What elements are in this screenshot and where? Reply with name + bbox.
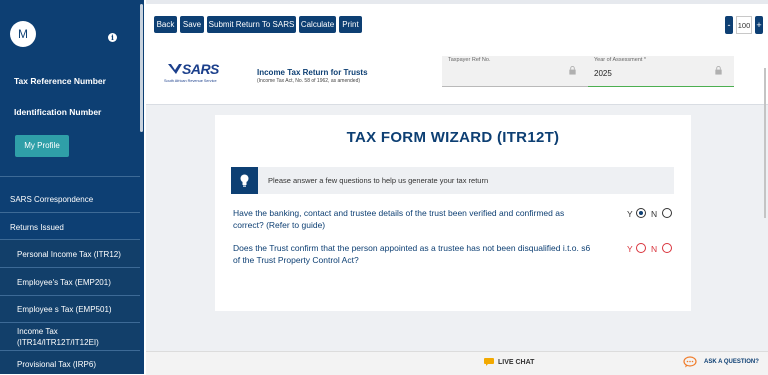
sars-logo-icon	[168, 64, 182, 74]
wizard-notice: Please answer a few questions to help us…	[231, 167, 674, 194]
tax-reference-label: Tax Reference Number	[14, 76, 106, 86]
sidebar-item-itr12[interactable]: Personal Income Tax (ITR12)	[0, 240, 140, 268]
taxpayer-ref-field[interactable]: Taxpayer Ref No.	[442, 56, 588, 87]
identification-label: Identification Number	[14, 107, 102, 117]
wizard-title: TAX FORM WIZARD (ITR12T)	[346, 129, 560, 146]
form-subtitle: (Income Tax Act, No. 58 of 1962, as amen…	[257, 78, 361, 84]
avatar[interactable]: M	[10, 21, 36, 47]
question-bubble-icon	[683, 356, 697, 368]
radio-yes-label: Y	[627, 244, 633, 254]
print-button[interactable]: Print	[339, 16, 362, 33]
sidebar-item-sublabel: (ITR14/ITR12T/IT12EI)	[17, 338, 99, 347]
logo-subtext: South African Revenue Service	[164, 79, 217, 83]
ask-a-question-button[interactable]: ASK A QUESTION?	[704, 359, 759, 365]
live-chat-button[interactable]: LIVE CHAT	[498, 359, 534, 366]
save-button[interactable]: Save	[180, 16, 204, 33]
sidebar-item-label: Returns Issued	[10, 223, 64, 232]
calculate-button[interactable]: Calculate	[299, 16, 336, 33]
lock-icon	[715, 66, 722, 75]
lightbulb-icon	[231, 167, 258, 194]
radio-yes-label: Y	[627, 209, 633, 219]
year-of-assessment-value: 2025	[594, 69, 612, 78]
sars-logo: SARS South African Revenue Service	[162, 61, 232, 86]
footer: LIVE CHAT ASK A QUESTION?	[146, 351, 768, 375]
sidebar-item-sars-correspondence[interactable]: SARS Correspondence	[0, 187, 140, 213]
submit-return-button[interactable]: Submit Return To SARS	[207, 16, 296, 33]
page-scrollbar[interactable]	[764, 68, 766, 218]
sidebar-item-irp6[interactable]: Provisional Tax (IRP6)	[0, 351, 140, 374]
zoom-in-button[interactable]: +	[755, 16, 763, 34]
chat-icon	[484, 358, 494, 366]
notice-text: Please answer a few questions to help us…	[268, 176, 489, 185]
zoom-level: 100	[736, 16, 752, 34]
sidebar-item-label: Personal Income Tax (ITR12)	[17, 250, 121, 259]
zoom-out-button[interactable]: -	[725, 16, 733, 34]
toolbar: Back Save Submit Return To SARS Calculat…	[146, 0, 768, 42]
form-title: Income Tax Return for Trusts	[257, 68, 368, 77]
radio-no-label: N	[651, 209, 658, 219]
radio-group-banking-details: Y N	[627, 208, 677, 222]
sidebar-divider	[0, 176, 140, 177]
sidebar-item-income-tax[interactable]: Income Tax (ITR14/ITR12T/IT12EI)	[0, 323, 140, 351]
sidebar-item-label: Income Tax	[17, 327, 58, 336]
sidebar-item-emp501[interactable]: Employee s Tax (EMP501)	[0, 296, 140, 323]
radio-yes[interactable]	[636, 208, 646, 218]
question-banking-details: Have the banking, contact and trustee de…	[233, 208, 565, 230]
sidebar-item-label: Employee's Tax (EMP201)	[17, 278, 111, 287]
my-profile-button[interactable]: My Profile	[15, 135, 69, 157]
sidebar-item-label: Employee s Tax (EMP501)	[17, 305, 112, 314]
form-header: SARS South African Revenue Service Incom…	[146, 38, 768, 105]
info-icon[interactable]: i	[108, 33, 117, 42]
radio-yes[interactable]	[636, 243, 646, 253]
sidebar-item-returns-issued[interactable]: Returns Issued	[0, 213, 140, 240]
lock-icon	[569, 66, 576, 75]
back-button[interactable]: Back	[154, 16, 177, 33]
main-area: Back Save Submit Return To SARS Calculat…	[146, 0, 768, 375]
radio-no-label: N	[651, 244, 658, 254]
content-area: TAX FORM WIZARD (ITR12T) Please answer a…	[146, 105, 768, 351]
sidebar-item-label: SARS Correspondence	[10, 195, 94, 204]
sidebar: M i Tax Reference Number Identification …	[0, 0, 144, 374]
logo-text: SARS	[182, 61, 219, 77]
sidebar-item-emp201[interactable]: Employee's Tax (EMP201)	[0, 268, 140, 296]
sidebar-scrollbar[interactable]	[140, 4, 143, 132]
wizard-card: TAX FORM WIZARD (ITR12T) Please answer a…	[215, 115, 691, 311]
year-of-assessment-field[interactable]: Year of Assessment * 2025	[588, 56, 734, 87]
sidebar-item-label: Provisional Tax (IRP6)	[17, 360, 96, 369]
year-of-assessment-label: Year of Assessment *	[594, 57, 647, 63]
taxpayer-ref-label: Taxpayer Ref No.	[448, 57, 491, 63]
radio-group-trustee-disqualified: Y N	[627, 243, 677, 257]
radio-no[interactable]	[662, 243, 672, 253]
radio-no[interactable]	[662, 208, 672, 218]
question-trustee-disqualified: Does the Trust confirm that the person a…	[233, 243, 591, 265]
